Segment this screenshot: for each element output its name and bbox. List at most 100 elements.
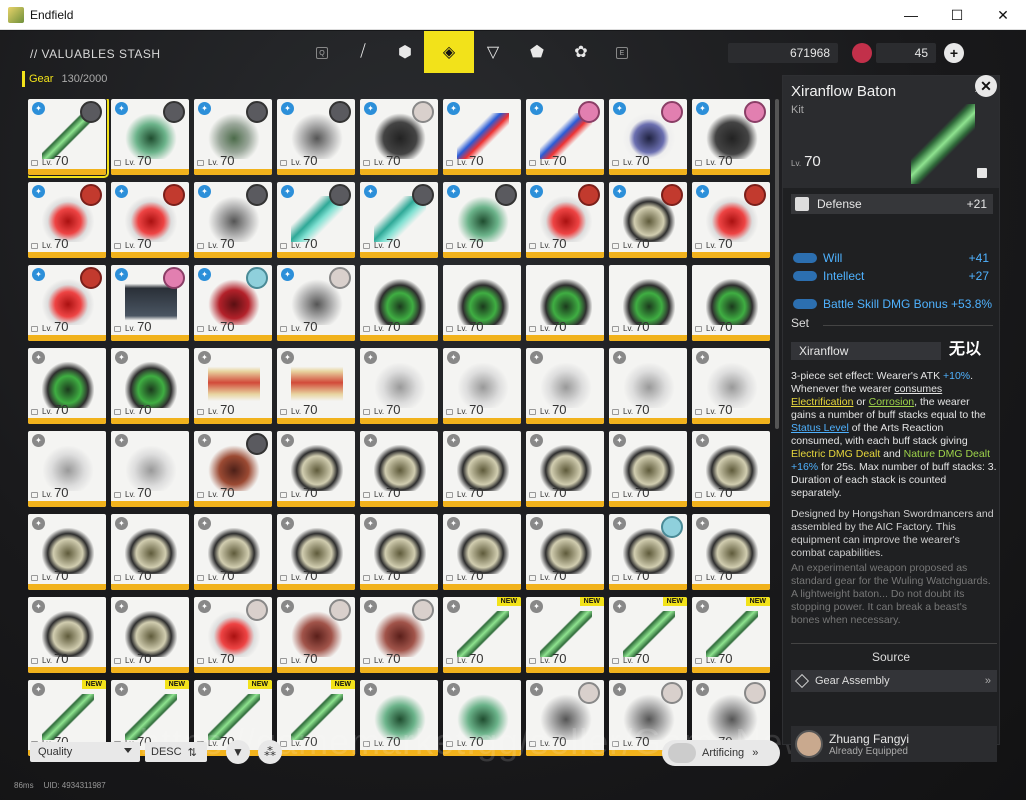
gear-slot[interactable]: ✦ Lv.70 (111, 99, 189, 175)
gear-slot[interactable]: ✦ Lv.70 (609, 99, 687, 175)
gear-slot[interactable]: ✦ Lv.70 (111, 514, 189, 590)
gear-type-icon: ✦ (447, 351, 460, 364)
gear-type-icon: ✦ (115, 102, 128, 115)
artificing-button[interactable]: Artificing » (662, 740, 780, 766)
desc-keyword[interactable]: Electrification (791, 396, 853, 408)
gear-slot[interactable]: ✦ Lv.70 (526, 182, 604, 258)
gear-slot[interactable]: Lv. 70 (609, 265, 687, 341)
add-currency-button[interactable]: + (944, 43, 964, 63)
desc-keyword[interactable]: Corrosion (869, 396, 915, 408)
rarity-bar (277, 335, 355, 341)
level-prefix: Lv. (457, 324, 468, 333)
gear-slot[interactable]: ✦ Lv.70 (360, 431, 438, 507)
maximize-button[interactable]: ☐ (934, 0, 980, 30)
gear-type-icon: ✦ (115, 185, 128, 198)
gear-slot[interactable]: ✦ Lv.70 (609, 514, 687, 590)
gear-slot[interactable]: ✦ Lv.70 (111, 597, 189, 673)
filter-button[interactable]: ▼ (226, 740, 250, 764)
gear-slot[interactable]: ✦ Lv.70 (277, 182, 355, 258)
gear-slot[interactable]: Lv. 70 (360, 265, 438, 341)
gear-slot[interactable]: ✦ Lv.70 (609, 182, 687, 258)
gear-slot[interactable]: ✦ Lv.70 (28, 182, 106, 258)
source-gear-assembly[interactable]: Gear Assembly » (791, 670, 997, 692)
gear-slot[interactable]: ✦ Lv.70 (28, 514, 106, 590)
equipped-avatar (163, 184, 185, 206)
gear-slot[interactable]: ✦ Lv.70 (194, 182, 272, 258)
gear-slot[interactable]: ✦ NEW Lv.70 (692, 597, 770, 673)
gear-slot[interactable]: ✦ Lv.70 (194, 99, 272, 175)
gear-slot[interactable]: Lv. 70 (526, 265, 604, 341)
equipped-by[interactable]: Zhuang Fangyi Already Equipped (791, 726, 997, 762)
gear-slot[interactable]: ✦ Lv.70 (360, 597, 438, 673)
gear-slot[interactable]: ✦ Lv.70 (111, 265, 189, 341)
gear-slot[interactable]: ✦ Lv.70 (443, 348, 521, 424)
gear-slot[interactable]: ✦ Lv.70 (443, 514, 521, 590)
gear-slot[interactable]: ✦ Lv.70 (28, 99, 109, 178)
gear-slot[interactable]: ✦ Lv.70 (526, 514, 604, 590)
gear-slot[interactable]: ✦ Lv.70 (277, 514, 355, 590)
gear-slot[interactable]: ✦ Lv.70 (277, 597, 355, 673)
minimize-button[interactable]: — (888, 0, 934, 30)
sort-direction-button[interactable]: DESC ⇅ (145, 742, 207, 762)
gear-slot[interactable]: ✦ Lv.70 (443, 99, 521, 175)
gear-slot[interactable]: ✦ Lv.70 (194, 431, 272, 507)
desc-keyword[interactable]: Status Level (791, 422, 849, 434)
gear-slot[interactable]: ✦ NEW Lv.70 (443, 597, 521, 673)
rarity-bar (111, 169, 189, 175)
tab-gear[interactable]: ◈ (424, 31, 474, 73)
item-lore: Designed by Hongshan Swordmancers and as… (791, 508, 994, 559)
sort-select[interactable]: Quality (30, 742, 140, 762)
gear-slot[interactable]: ✦ Lv.70 (692, 514, 770, 590)
category-header: Gear 130/2000 (22, 71, 107, 87)
gear-slot[interactable]: ✦ Lv.70 (692, 431, 770, 507)
level-prefix: Lv. (42, 656, 53, 665)
gear-slot[interactable]: ✦ Lv.70 (360, 99, 438, 175)
gear-slot[interactable]: Lv. 70 (692, 265, 770, 341)
gear-slot[interactable]: ✦ Lv.70 (609, 348, 687, 424)
grid-scrollbar[interactable] (775, 99, 779, 429)
gear-slot[interactable]: ✦ Lv.70 (28, 348, 106, 424)
tab-cube[interactable]: ⬢ (380, 31, 430, 73)
level-prefix: Lv. (125, 490, 136, 499)
gear-slot[interactable]: ✦ Lv.70 (111, 182, 189, 258)
gear-slot[interactable]: Lv. 70 (443, 265, 521, 341)
level-value: 70 (635, 236, 650, 251)
gear-slot[interactable]: ✦ Lv.70 (692, 182, 770, 258)
gear-slot[interactable]: ✦ Lv.70 (194, 597, 272, 673)
gear-slot[interactable]: ✦ Lv.70 (526, 431, 604, 507)
gear-slot[interactable]: ✦ Lv.70 (28, 265, 106, 341)
lock-icon[interactable] (977, 168, 987, 178)
close-icon[interactable]: ✕ (975, 75, 997, 97)
gear-slot[interactable]: ✦ Lv.70 (277, 99, 355, 175)
gear-slot[interactable]: ✦ Lv.70 (526, 99, 604, 175)
level-prefix: Lv. (457, 490, 468, 499)
gear-slot[interactable]: ✦ Lv.70 (277, 431, 355, 507)
close-window-button[interactable]: ✕ (980, 0, 1026, 30)
gear-slot[interactable]: ✦ Lv.70 (609, 431, 687, 507)
gear-slot[interactable]: ✦ NEW Lv.70 (526, 597, 604, 673)
gear-slot[interactable]: ✦ Lv.70 (277, 265, 355, 341)
share-button[interactable]: ⁂ (258, 740, 282, 764)
level-value: 70 (54, 485, 69, 500)
gear-slot[interactable]: ✦ Lv.70 (360, 348, 438, 424)
desc-keyword[interactable]: consumes (894, 383, 942, 395)
gear-slot[interactable]: ✦ Lv.70 (443, 182, 521, 258)
gear-slot[interactable]: ✦ Lv.70 (277, 348, 355, 424)
gear-slot[interactable]: ✦ Lv.70 (526, 348, 604, 424)
tab-box[interactable]: ⬟ (512, 31, 562, 73)
gear-slot[interactable]: ✦ Lv.70 (692, 348, 770, 424)
gear-slot[interactable]: ✦ Lv.70 (28, 431, 106, 507)
gear-slot[interactable]: ✦ Lv.70 (443, 431, 521, 507)
gear-slot[interactable]: ✦ NEW Lv.70 (609, 597, 687, 673)
gear-slot[interactable]: ✦ Lv.70 (194, 265, 272, 341)
gear-slot[interactable]: ✦ Lv.70 (692, 99, 770, 175)
tab-triangle[interactable]: ▽ (468, 31, 518, 73)
gear-slot[interactable]: ✦ Lv.70 (111, 348, 189, 424)
gear-slot[interactable]: ✦ Lv.70 (360, 182, 438, 258)
gear-slot[interactable]: ✦ Lv.70 (360, 514, 438, 590)
gear-slot[interactable]: ✦ Lv.70 (194, 514, 272, 590)
gear-slot[interactable]: ✦ Lv.70 (111, 431, 189, 507)
gear-slot[interactable]: ✦ Lv.70 (194, 348, 272, 424)
tab-settings[interactable]: ✿ (556, 31, 606, 73)
gear-slot[interactable]: ✦ Lv.70 (28, 597, 106, 673)
